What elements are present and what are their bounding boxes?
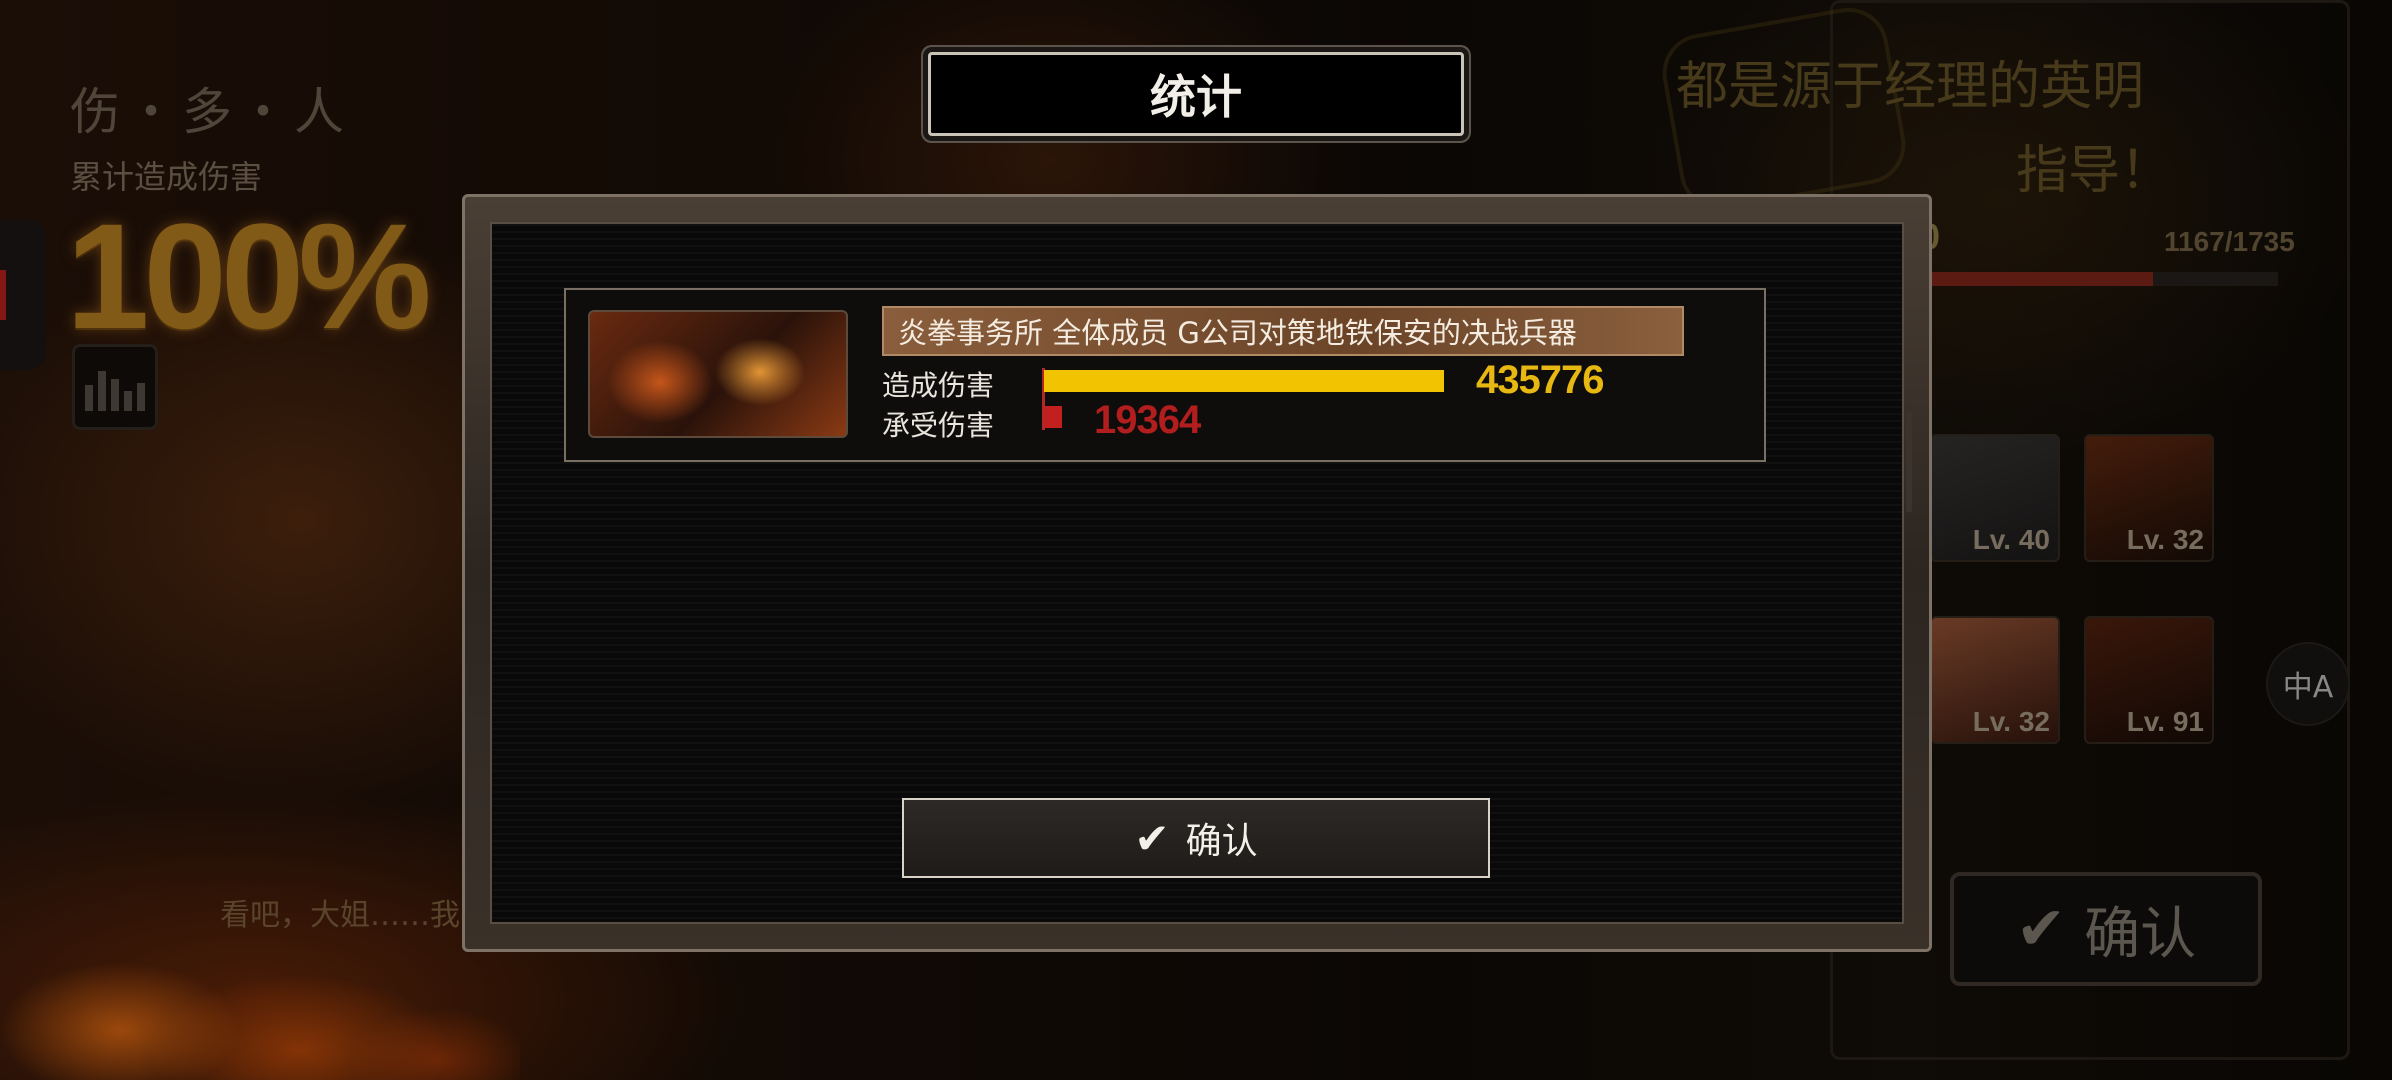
entry-name: 炎拳事务所 全体成员 G公司对策地铁保安的决战兵器 — [882, 306, 1684, 356]
checkmark-icon: ✔ — [1134, 813, 1170, 863]
confirm-button[interactable]: ✔ 确认 — [902, 798, 1490, 878]
list-scrollbar[interactable] — [1906, 412, 1912, 512]
entry-portrait — [588, 310, 848, 438]
dialog-title: 统计 — [928, 52, 1464, 136]
damage-dealt-value: 435776 — [1476, 358, 1604, 402]
damage-dealt-label: 造成伤害 — [882, 369, 995, 402]
damage-taken-label: 承受伤害 — [882, 409, 995, 442]
damage-taken-bar — [1044, 406, 1062, 428]
damage-taken-value: 19364 — [1094, 398, 1201, 442]
game-screen: 伤・多・人 累计造成伤害 100% 看吧，大姐……我 都是源于经理的英明 指导！… — [0, 0, 2392, 1080]
confirm-label: 确认 — [1185, 821, 1258, 862]
damage-dealt-bar — [1044, 370, 1444, 392]
